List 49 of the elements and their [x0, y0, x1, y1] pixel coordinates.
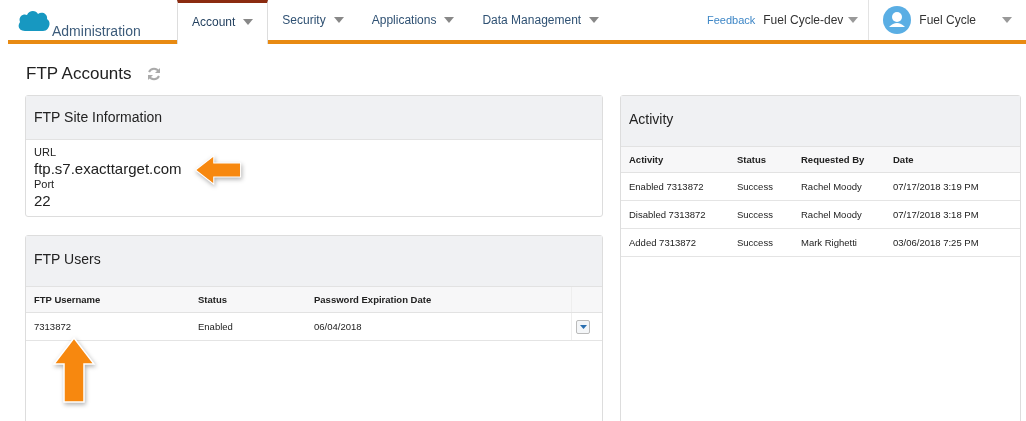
column-header: Status	[729, 147, 793, 173]
caret-icon	[444, 17, 455, 23]
table-cell: Success	[729, 200, 793, 229]
column-header: Date	[885, 147, 1020, 173]
table-cell: Mark Righetti	[793, 228, 885, 257]
feedback-link[interactable]: Feedback	[706, 14, 756, 26]
caret-icon	[333, 17, 344, 23]
user-menu[interactable]: Fuel Cycle	[919, 13, 976, 27]
table-cell: 06/04/2018	[306, 312, 572, 341]
caret-icon	[243, 18, 254, 25]
table-cell: 7313872	[26, 312, 190, 341]
app-name: Administration	[52, 22, 141, 40]
card-title: Activity	[629, 111, 674, 127]
table-cell: Enabled	[190, 312, 306, 341]
caret-icon	[579, 324, 587, 329]
table-cell: 07/17/2018 3:18 PM	[885, 200, 1020, 229]
column-header: FTP Username	[26, 287, 190, 313]
table-cell: 03/06/2018 7:25 PM	[885, 228, 1020, 257]
caret-icon	[589, 17, 600, 23]
nav-tab[interactable]: Data Management	[468, 0, 614, 44]
refresh-icon[interactable]	[145, 66, 162, 82]
nav-tab[interactable]: Applications	[357, 0, 469, 44]
field-value: ftp.s7.exacttarget.com	[34, 159, 183, 178]
table-cell: Enabled 7313872	[621, 172, 729, 201]
column-header: Activity	[621, 147, 729, 173]
caret-icon	[848, 17, 859, 23]
nav-tab[interactable]: Account	[177, 0, 269, 44]
column-header: Requested By	[793, 147, 885, 173]
caret-icon[interactable]	[1002, 17, 1012, 23]
field-label: Port	[34, 178, 56, 191]
column-header: Password Expiration Date	[306, 287, 572, 313]
field-label: URL	[34, 146, 57, 159]
table-cell: 07/17/2018 3:19 PM	[885, 172, 1020, 201]
column-header: Status	[190, 287, 306, 313]
table-cell: Rachel Moody	[793, 172, 885, 201]
org-menu[interactable]: Fuel Cycle-dev	[763, 13, 859, 27]
table-cell: Rachel Moody	[793, 200, 885, 229]
table-cell: Added 7313872	[621, 228, 729, 257]
nav-tab[interactable]: Security	[268, 0, 358, 44]
page-title: FTP Accounts	[26, 64, 132, 84]
card-title: FTP Site Information	[34, 109, 163, 125]
cloud-logo-icon	[17, 9, 51, 33]
card-title: FTP Users	[34, 251, 101, 267]
user-avatar-icon	[883, 6, 912, 34]
table-cell: Success	[729, 172, 793, 201]
row-menu-button[interactable]	[576, 319, 590, 334]
field-value: 22	[34, 191, 52, 210]
table-cell: Success	[729, 228, 793, 257]
table-cell: Disabled 7313872	[621, 200, 729, 229]
